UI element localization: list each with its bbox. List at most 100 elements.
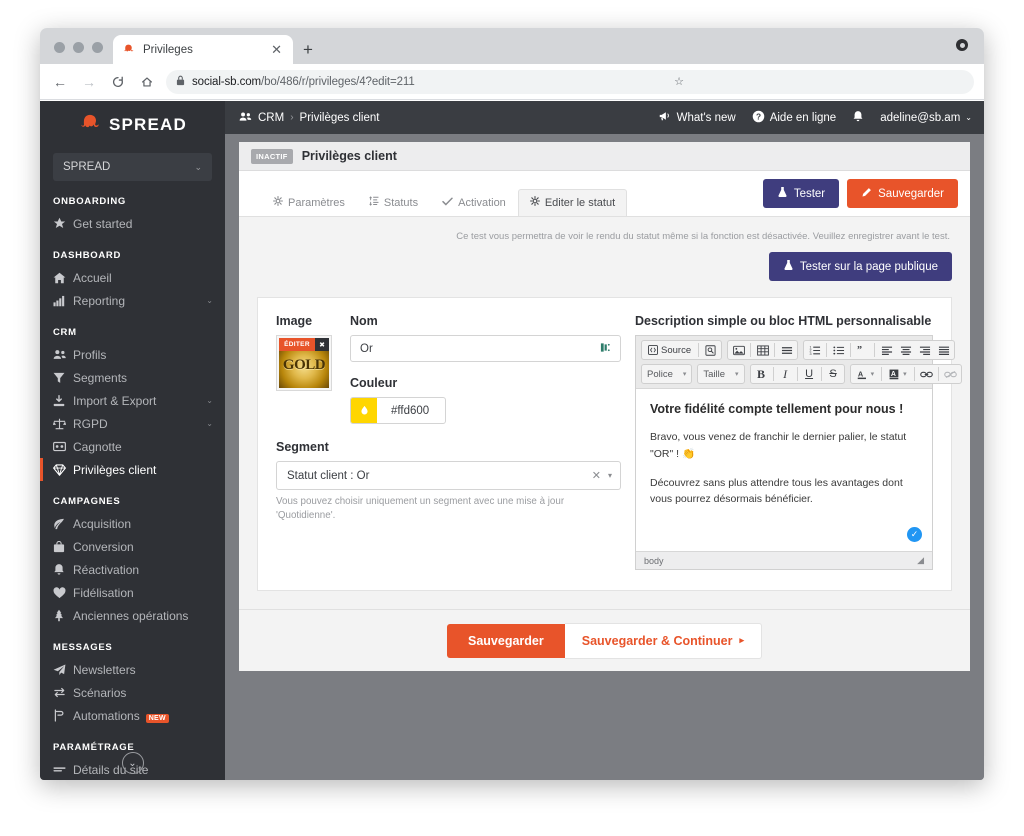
bookmark-star-icon[interactable]: ☆ <box>674 75 684 88</box>
sidebar-group-title-dashboard: DASHBOARD <box>53 250 122 261</box>
link-icon[interactable] <box>917 365 936 383</box>
sidebar-item-label: Accueil <box>73 270 112 285</box>
remove-image-icon[interactable]: ✖ <box>315 338 329 351</box>
bold-button[interactable]: B <box>752 365 771 383</box>
align-justify-button[interactable] <box>934 341 953 359</box>
image-label: Image <box>276 314 313 328</box>
segment-label: Segment <box>276 440 329 454</box>
reload-icon[interactable] <box>108 72 128 92</box>
sidebar-item-r-activation[interactable]: Réactivation <box>40 558 225 581</box>
color-swatch[interactable] <box>351 398 377 423</box>
editor-element-path[interactable]: body <box>644 556 664 566</box>
user-menu[interactable]: adeline@sb.am ⌄ <box>880 112 972 124</box>
address-bar[interactable]: social-sb.com/bo/486/r/privileges/4?edit… <box>166 69 974 94</box>
blockquote-button[interactable]: ” <box>853 341 872 359</box>
text-color-button[interactable]: A ▾ <box>852 365 880 383</box>
tab-statuts[interactable]: Statuts <box>357 189 430 216</box>
save-button[interactable]: Sauvegarder <box>847 179 958 208</box>
sidebar-item-rgpd[interactable]: RGPD ⌄ <box>40 412 225 435</box>
breadcrumb-root[interactable]: CRM <box>258 112 284 124</box>
image-button[interactable] <box>729 341 748 359</box>
edit-image-button[interactable]: ÉDITER <box>279 338 315 351</box>
strikethrough-button[interactable]: S <box>824 365 843 383</box>
maximize-window-dot[interactable] <box>92 42 103 53</box>
clear-segment-icon[interactable]: ✕ <box>585 469 608 482</box>
close-tab-icon[interactable]: ✕ <box>268 41 285 58</box>
sidebar-item-conversion[interactable]: Conversion <box>40 535 225 558</box>
sidebar-item-accueil[interactable]: Accueil <box>40 266 225 289</box>
test-public-page-button[interactable]: Tester sur la page publique <box>768 252 952 281</box>
sidebar-item-segments[interactable]: Segments <box>40 366 225 389</box>
minimize-window-dot[interactable] <box>73 42 84 53</box>
help-button[interactable]: ? Aide en ligne <box>752 110 836 126</box>
cagnotte-icon <box>53 441 73 452</box>
forward-button[interactable]: → <box>79 72 99 92</box>
align-center-button[interactable] <box>896 341 915 359</box>
back-button[interactable]: ← <box>50 72 70 92</box>
nom-input[interactable]: Or <box>350 335 621 362</box>
color-picker[interactable]: #ffd600 <box>350 397 447 424</box>
chevron-down-icon[interactable]: ▾ <box>608 471 612 480</box>
tab-param-tres[interactable]: Paramètres <box>261 189 357 216</box>
footer-save-button[interactable]: Sauvegarder <box>447 623 565 658</box>
browser-window: Privileges ✕ + ← → social-sb.com/bo/486/… <box>40 28 984 780</box>
top-bar-actions: What's new ? Aide en ligne adeline@sb.am… <box>658 110 972 126</box>
help-circle-icon: ? <box>752 110 765 126</box>
sidebar-item-acquisition[interactable]: Acquisition <box>40 512 225 535</box>
sidebar-collapse-button[interactable]: ⌄ <box>40 752 225 774</box>
whats-new-button[interactable]: What's new <box>658 110 736 125</box>
sidebar-item-import-export[interactable]: Import & Export ⌄ <box>40 389 225 412</box>
editor-content-area[interactable]: Votre fidélité compte tellement pour nou… <box>636 389 932 551</box>
translate-icon[interactable] <box>600 342 611 356</box>
source-button[interactable]: Source <box>643 341 696 359</box>
browser-tab[interactable]: Privileges ✕ <box>113 35 293 64</box>
test-note: Ce test vous permettra de voir le rendu … <box>456 231 950 242</box>
sidebar-item-reporting[interactable]: Reporting ⌄ <box>40 289 225 312</box>
bulleted-list-button[interactable] <box>829 341 848 359</box>
sidebar-item-fid-lisation[interactable]: Fidélisation <box>40 581 225 604</box>
url-domain: social-sb.com <box>192 75 261 88</box>
editor-toolbar: Source 1 2 3 ” Police ▾ Taille ▾ B I U S… <box>636 336 962 389</box>
numbered-list-button[interactable]: 123 <box>805 341 824 359</box>
preview-button[interactable] <box>701 341 720 359</box>
sidebar-item-anciennes-op-rations[interactable]: Anciennes opérations <box>40 604 225 627</box>
footer-save-continue-button[interactable]: Sauvegarder & Continuer ▸ <box>564 622 762 659</box>
test-button[interactable]: Tester <box>762 179 840 208</box>
sidebar-item-cagnotte[interactable]: Cagnotte <box>40 435 225 458</box>
chevron-down-icon: ⌄ <box>206 396 213 405</box>
resize-grip-icon[interactable]: ◢ <box>917 555 924 566</box>
account-select[interactable]: SPREAD ⌄ <box>53 153 212 181</box>
horizontal-rule-button[interactable] <box>777 341 796 359</box>
background-color-button[interactable]: A ▾ <box>884 365 912 383</box>
underline-button[interactable]: U <box>800 365 819 383</box>
segment-select[interactable]: Statut client : Or ✕ ▾ <box>276 461 621 490</box>
sidebar-item-privil-ges-client[interactable]: Privilèges client <box>40 458 225 481</box>
sidebar-item-sc-narios[interactable]: Scénarios <box>40 681 225 704</box>
tab-activation[interactable]: Activation <box>430 190 518 216</box>
align-right-button[interactable] <box>915 341 934 359</box>
notifications-button[interactable] <box>852 110 864 126</box>
brand[interactable]: SPREAD <box>40 101 225 145</box>
tab-editer-le-statut[interactable]: Editer le statut <box>517 189 628 216</box>
sidebar-item-get-started[interactable]: Get started <box>40 212 225 235</box>
sidebar-item-newsletters[interactable]: Newsletters <box>40 658 225 681</box>
close-window-dot[interactable] <box>54 42 65 53</box>
source-button-label: Source <box>661 344 692 356</box>
new-tab-button[interactable]: + <box>303 41 313 58</box>
font-dropdown[interactable]: Police ▾ <box>641 364 693 384</box>
size-dropdown[interactable]: Taille ▾ <box>697 364 745 384</box>
italic-button[interactable]: I <box>776 365 795 383</box>
table-button[interactable] <box>753 341 772 359</box>
align-left-button[interactable] <box>877 341 896 359</box>
home-icon[interactable] <box>137 72 157 92</box>
window-traffic-lights <box>40 42 113 64</box>
sidebar-item-automations[interactable]: Automations NEW <box>40 704 225 727</box>
window-menu-icon[interactable] <box>956 39 968 51</box>
sidebar-item-profils[interactable]: Profils <box>40 343 225 366</box>
whats-new-label: What's new <box>676 111 736 124</box>
svg-text:”: ” <box>857 345 862 356</box>
sidebar-item-label: Automations NEW <box>73 709 225 723</box>
save-button-label: Sauvegarder <box>878 187 944 200</box>
toolbar-group-insert <box>727 340 799 360</box>
image-thumbnail[interactable]: GOLD ÉDITER ✖ <box>276 335 332 391</box>
